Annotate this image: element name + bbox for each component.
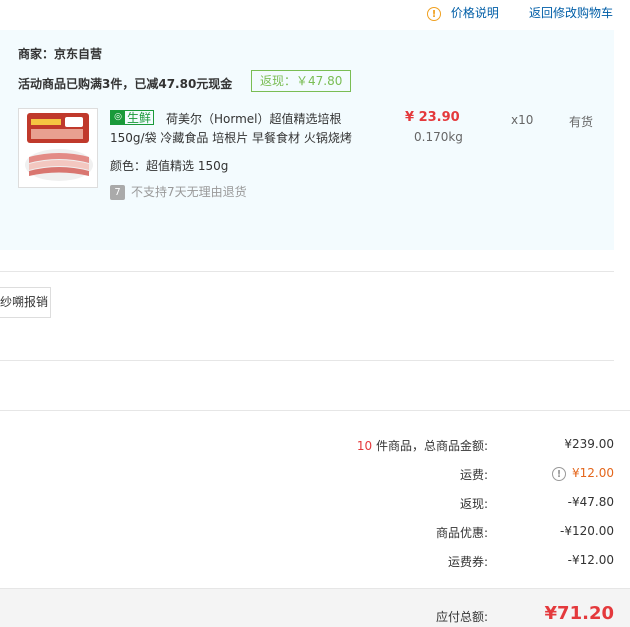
product-color-label: 颜色： — [110, 159, 147, 173]
fresh-food-icon: ◎ — [111, 111, 125, 124]
payable-value: ¥71.20 — [544, 603, 614, 624]
divider — [0, 271, 614, 272]
seller-name: 商家：京东自营 — [18, 47, 103, 61]
no-return-notice: 7 不支持7天无理由退货 — [110, 183, 247, 200]
fresh-badge: ◎ 生鲜 — [110, 110, 155, 125]
no-return-text: 不支持7天无理由退货 — [131, 185, 247, 199]
product-price: ¥ 23.90 — [405, 110, 460, 125]
shipping-label: 运费: — [459, 468, 488, 482]
back-to-cart-link[interactable]: 返回修改购物车 — [529, 4, 613, 21]
shipping-fee: ! ¥12.00 — [484, 466, 614, 481]
info-circle-icon[interactable]: ! — [552, 466, 566, 481]
divider — [0, 360, 614, 361]
rebate-tag: 返现：￥47.80 — [251, 70, 352, 92]
product-name-line2[interactable]: 150g/袋 冷藏食品 培根片 早餐食材 火锅烧烤 — [110, 129, 352, 146]
price-info-link[interactable]: ! 价格说明 — [427, 4, 499, 21]
shipping-value: ¥12.00 — [572, 466, 614, 480]
divider — [0, 410, 630, 411]
coupon-label: 运费券: — [447, 555, 488, 569]
product-color-value: 超值精选 150g — [146, 159, 229, 173]
bacon-image — [19, 109, 97, 187]
summary-count-label: 10 件商品，总商品金额: — [288, 437, 488, 454]
product-color: 颜色：超值精选 150g — [110, 157, 228, 174]
product-name-line1[interactable]: 荷美尔（Hormel）超值精选培根 — [166, 110, 342, 127]
fresh-badge-label: 生鲜 — [127, 111, 152, 125]
no-return-icon: 7 — [110, 185, 125, 200]
product-stock: 有货 — [569, 115, 594, 129]
promo-text: 活动商品已购满3件，已减47.80元现金 — [18, 77, 233, 91]
invoice-button[interactable]: 纱嗍报销 — [0, 287, 51, 318]
summary-total-goods: ¥239.00 — [564, 437, 614, 451]
summary-count-suffix: 件商品，总商品金额: — [372, 439, 488, 453]
discount-value: -¥120.00 — [560, 524, 614, 538]
payable-label: 应付总额: — [435, 610, 488, 624]
product-quantity: x10 — [511, 113, 534, 127]
summary-count: 10 — [356, 439, 373, 453]
coupon-value: -¥12.00 — [567, 553, 614, 567]
product-weight: 0.170kg — [414, 130, 463, 144]
product-thumbnail[interactable] — [18, 108, 98, 188]
rebate-label: 返现: — [459, 497, 488, 511]
discount-label: 商品优惠: — [435, 526, 488, 540]
warning-circle-icon: ! — [427, 7, 441, 21]
price-info-label: 价格说明 — [450, 6, 499, 20]
rebate-value: -¥47.80 — [567, 495, 614, 509]
